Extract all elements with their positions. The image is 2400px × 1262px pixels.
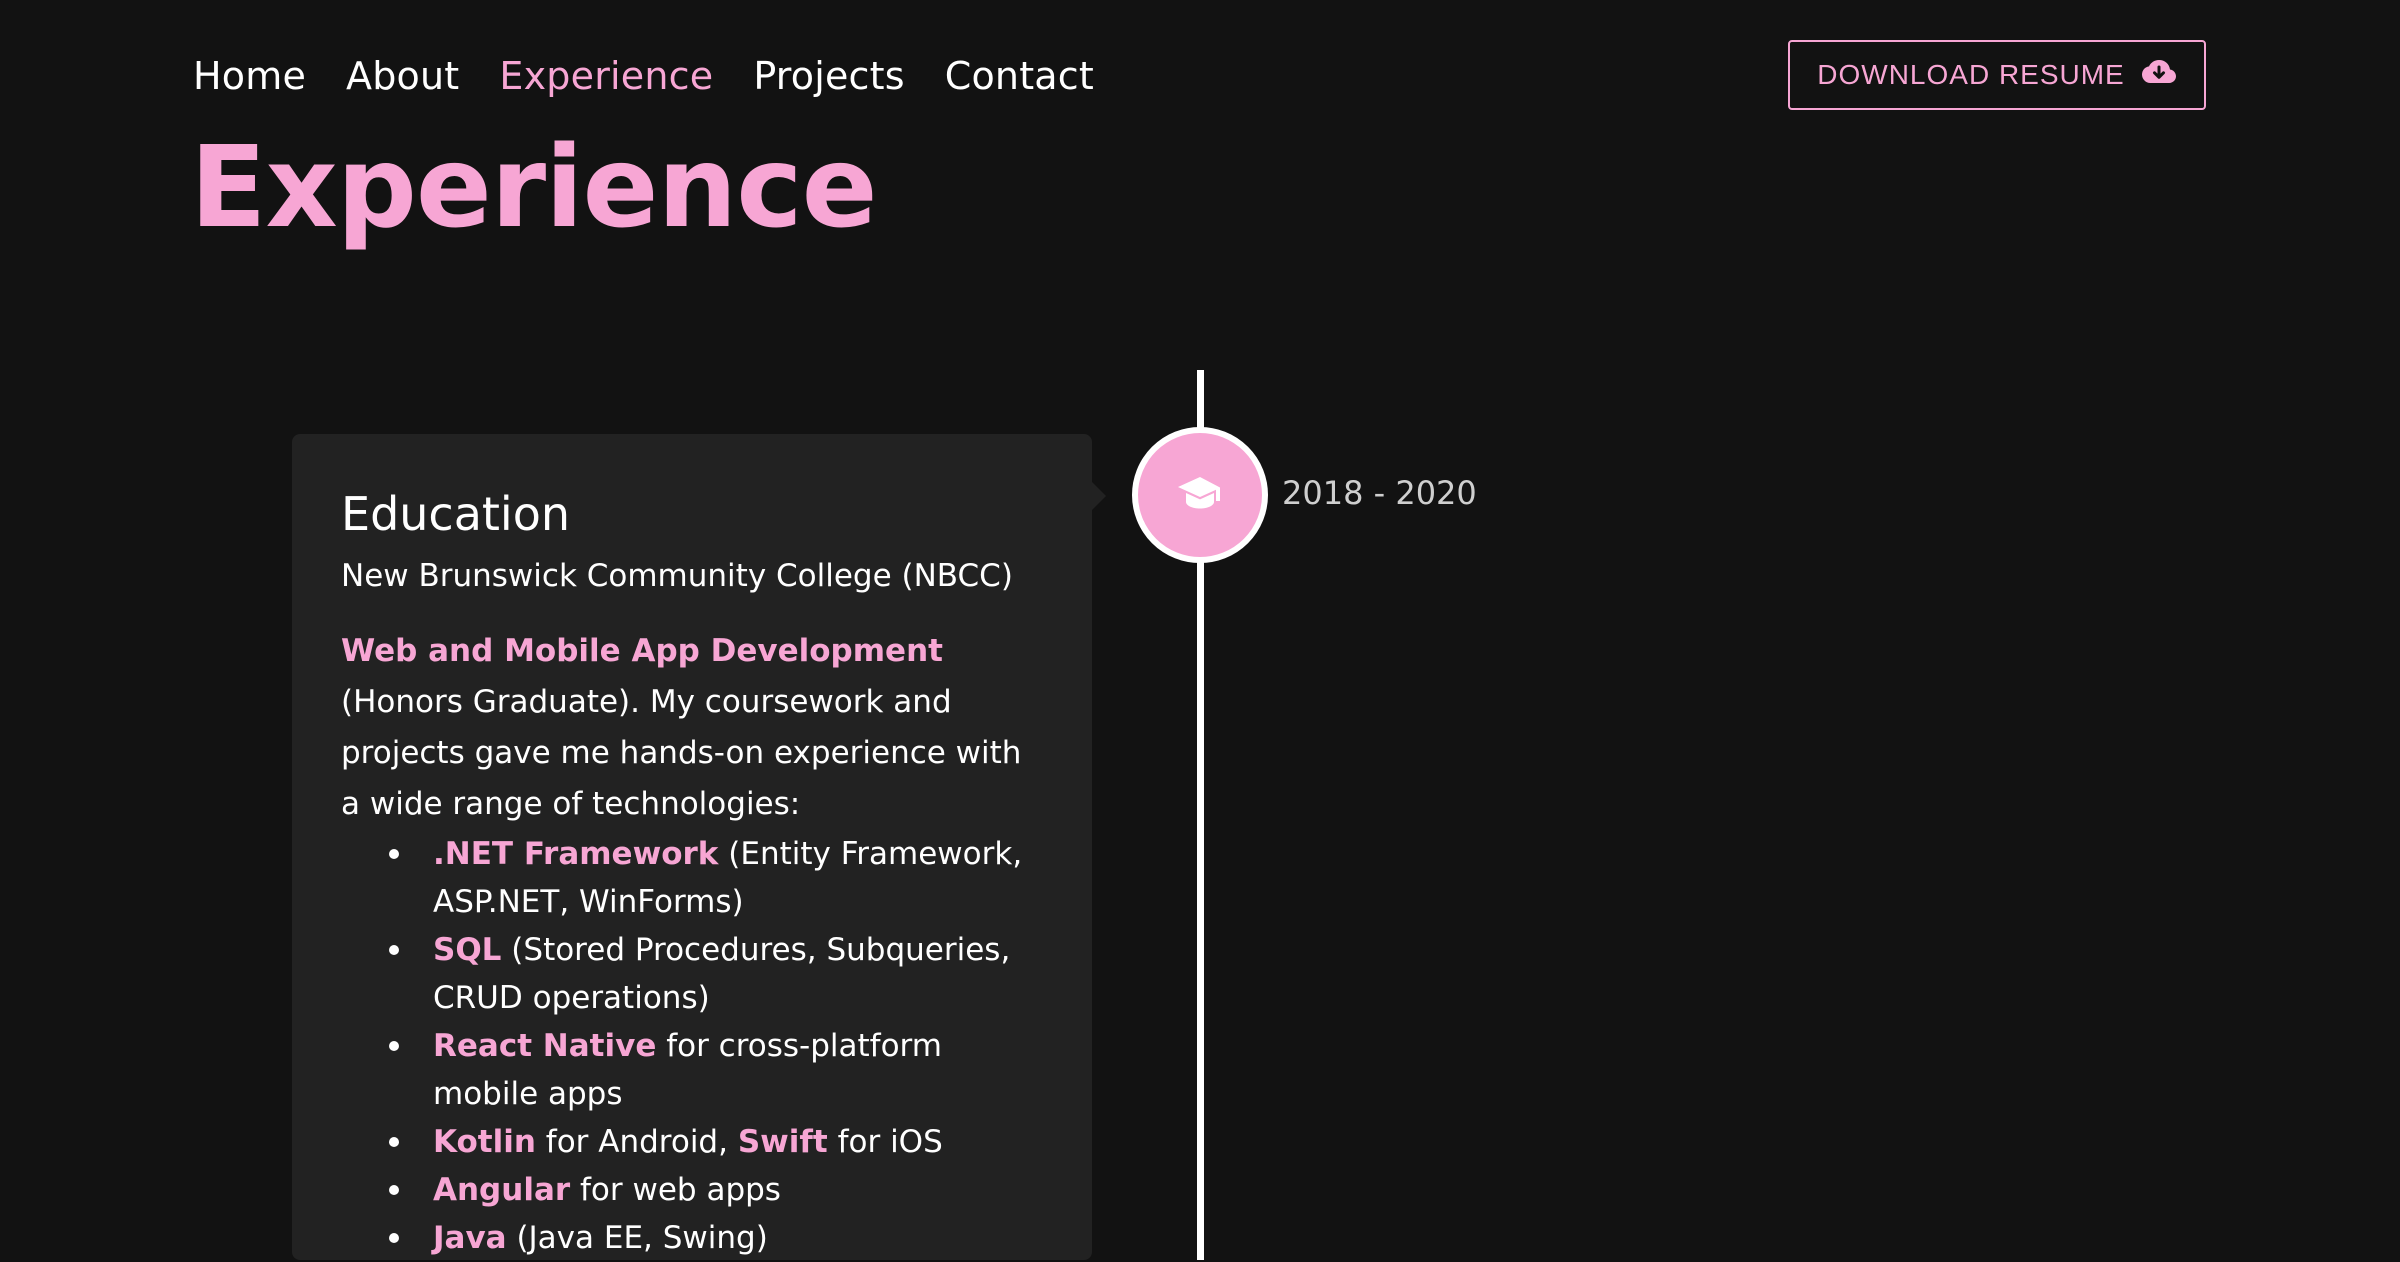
card-pointer bbox=[1092, 482, 1106, 510]
timeline-node bbox=[1132, 427, 1268, 563]
technology-detail: for iOS bbox=[827, 1124, 943, 1160]
technology-name: Swift bbox=[737, 1124, 828, 1160]
page-title: Experience bbox=[190, 123, 878, 253]
bullet-icon bbox=[389, 945, 399, 955]
technology-name: .NET Framework bbox=[433, 836, 719, 872]
technology-detail: (Java EE, Swing) bbox=[506, 1220, 768, 1256]
nav-home[interactable]: Home bbox=[193, 54, 306, 98]
download-resume-label: DOWNLOAD RESUME bbox=[1817, 59, 2125, 90]
timeline-date: 2018 - 2020 bbox=[1282, 474, 1477, 512]
card-subtitle: New Brunswick Community College (NBCC) bbox=[341, 558, 1013, 594]
nav-projects[interactable]: Projects bbox=[753, 54, 904, 98]
nav-experience[interactable]: Experience bbox=[499, 54, 713, 98]
bullet-icon bbox=[389, 1233, 399, 1243]
list-item: Angular for web apps bbox=[389, 1166, 1044, 1214]
download-resume-button[interactable]: DOWNLOAD RESUME bbox=[1788, 40, 2206, 110]
technology-detail: for web apps bbox=[570, 1172, 781, 1208]
main-nav: Home About Experience Projects Contact bbox=[193, 48, 1094, 104]
timeline-card-education: Education New Brunswick Community Colleg… bbox=[292, 434, 1092, 1260]
description-text: (Honors Graduate). My coursework and pro… bbox=[341, 684, 1022, 822]
list-item: React Native for cross-platform mobile a… bbox=[389, 1022, 1044, 1118]
nav-contact[interactable]: Contact bbox=[945, 54, 1094, 98]
technology-name: SQL bbox=[433, 932, 502, 968]
card-description: Web and Mobile App Development (Honors G… bbox=[341, 626, 1044, 830]
nav-about[interactable]: About bbox=[346, 54, 459, 98]
bullet-icon bbox=[389, 1137, 399, 1147]
technology-list: .NET Framework (Entity Framework, ASP.NE… bbox=[341, 830, 1044, 1262]
program-name: Web and Mobile App Development bbox=[341, 633, 943, 669]
bullet-icon bbox=[389, 1185, 399, 1195]
technology-detail: for Android, bbox=[535, 1124, 738, 1160]
list-item: SQL (Stored Procedures, Subqueries, CRUD… bbox=[389, 926, 1044, 1022]
technology-name: Java bbox=[433, 1220, 507, 1256]
list-item: .NET Framework (Entity Framework, ASP.NE… bbox=[389, 830, 1044, 926]
graduation-cap-icon bbox=[1176, 473, 1224, 517]
technology-name: Kotlin bbox=[433, 1124, 536, 1160]
list-item: Java (Java EE, Swing) bbox=[389, 1214, 1044, 1262]
bullet-icon bbox=[389, 849, 399, 859]
technology-name: Angular bbox=[433, 1172, 571, 1208]
list-item: Kotlin for Android, Swift for iOS bbox=[389, 1118, 1044, 1166]
bullet-icon bbox=[389, 1041, 399, 1051]
technology-name: React Native bbox=[433, 1028, 657, 1064]
technology-detail: (Stored Procedures, Subqueries, CRUD ope… bbox=[433, 932, 1011, 1016]
cloud-download-icon bbox=[2141, 57, 2177, 94]
card-title: Education bbox=[341, 487, 571, 541]
